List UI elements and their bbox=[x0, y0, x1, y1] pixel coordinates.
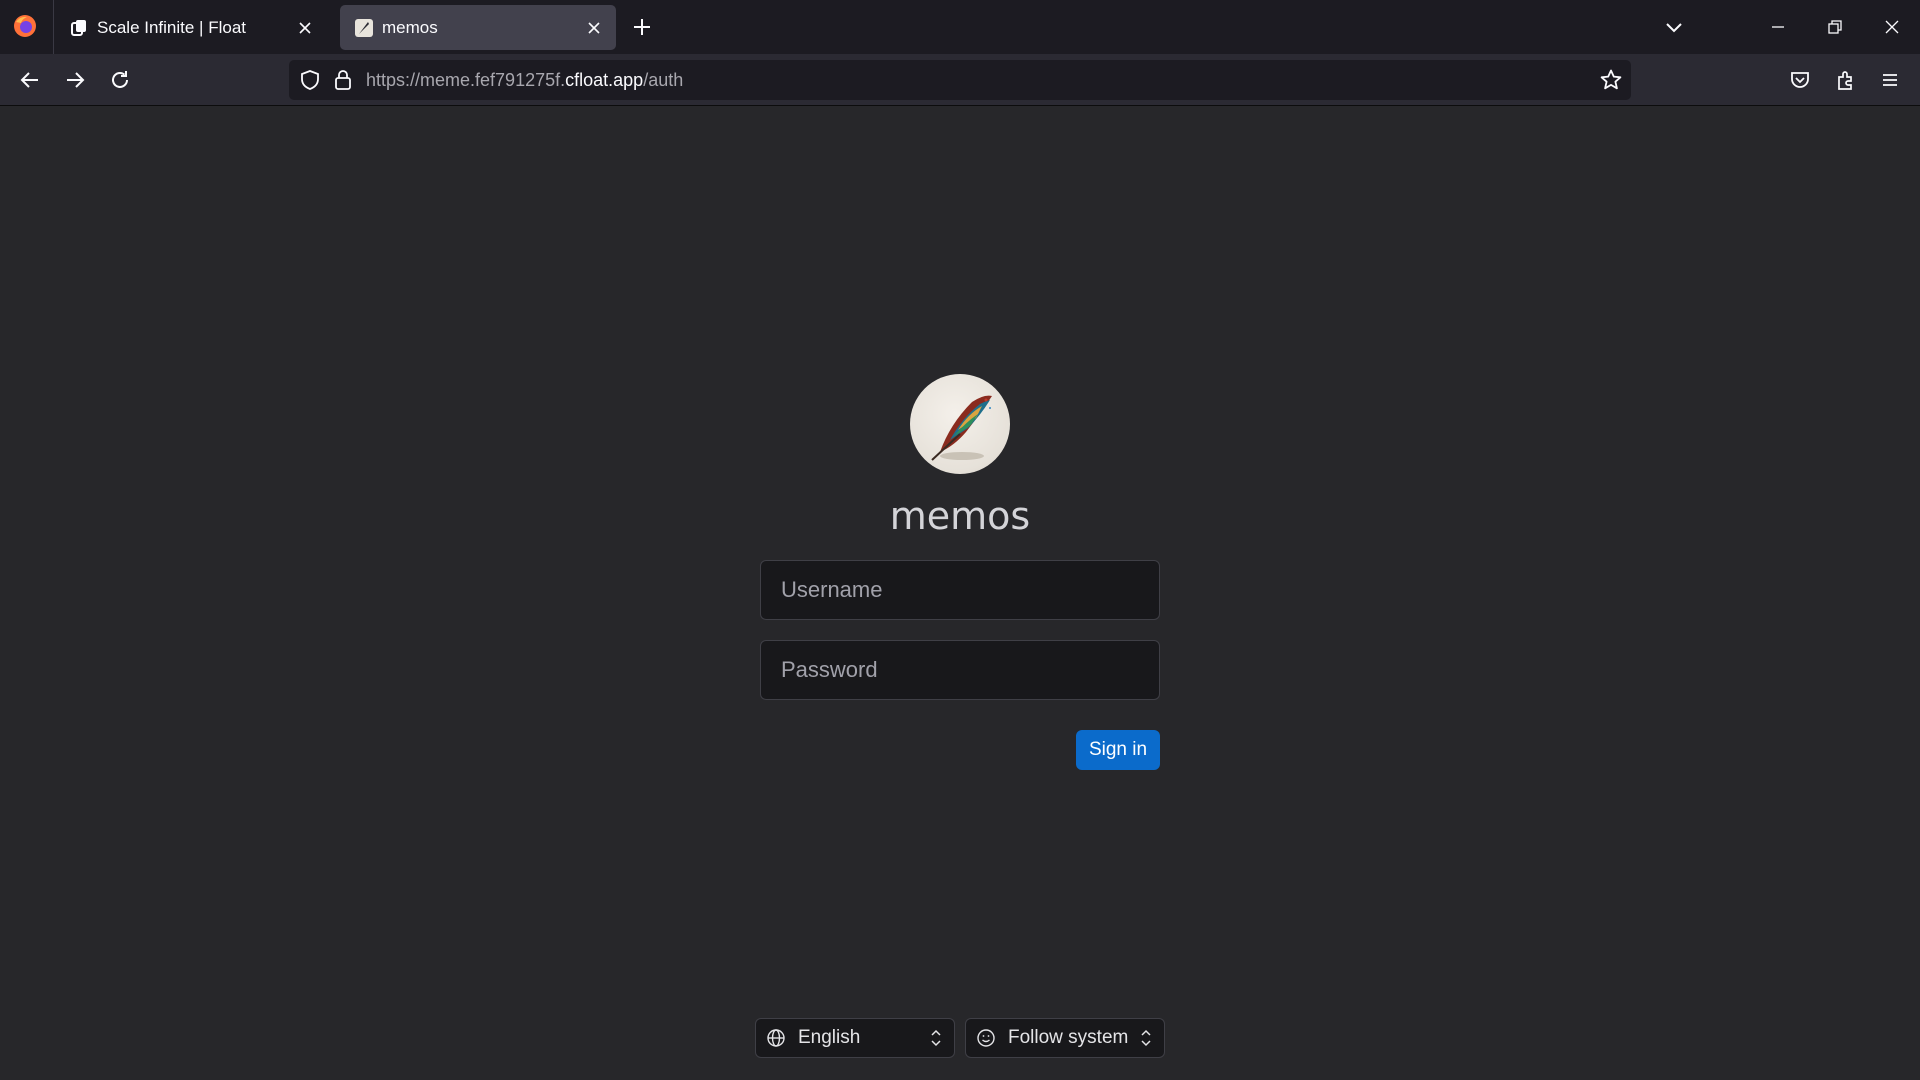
pocket-icon[interactable] bbox=[1786, 66, 1814, 94]
extensions-icon[interactable] bbox=[1832, 66, 1860, 94]
lock-icon[interactable] bbox=[333, 69, 353, 91]
plus-icon[interactable] bbox=[630, 15, 654, 39]
reload-icon[interactable] bbox=[106, 66, 134, 94]
minimize-icon[interactable] bbox=[1763, 12, 1793, 42]
updown-icon bbox=[928, 1027, 944, 1049]
tab-scale-infinite[interactable]: Scale Infinite | Float bbox=[55, 5, 327, 50]
restore-icon[interactable] bbox=[1820, 12, 1850, 42]
language-select[interactable]: English bbox=[755, 1018, 955, 1058]
feather-icon bbox=[931, 395, 992, 461]
tab-title: Scale Infinite | Float bbox=[97, 17, 246, 37]
updown-icon bbox=[1138, 1027, 1154, 1049]
chevron-down-icon[interactable] bbox=[1661, 15, 1687, 39]
username-input[interactable] bbox=[760, 560, 1160, 620]
smiley-icon bbox=[976, 1027, 998, 1049]
close-icon[interactable] bbox=[295, 18, 315, 38]
memos-favicon-icon bbox=[354, 18, 374, 38]
url-bar[interactable]: https://meme.fef791275f.cfloat.app/auth bbox=[289, 60, 1631, 100]
menu-icon[interactable] bbox=[1876, 66, 1904, 94]
back-icon[interactable] bbox=[16, 66, 44, 94]
language-value: English bbox=[798, 1027, 861, 1048]
star-icon[interactable] bbox=[1599, 68, 1623, 92]
globe-icon bbox=[766, 1027, 788, 1049]
firefox-logo-icon[interactable] bbox=[12, 13, 38, 39]
theme-select[interactable]: Follow system bbox=[965, 1018, 1165, 1058]
password-input[interactable] bbox=[760, 640, 1160, 700]
theme-value: Follow system bbox=[1008, 1027, 1129, 1048]
close-icon[interactable] bbox=[584, 18, 604, 38]
forward-icon[interactable] bbox=[61, 66, 89, 94]
url-path: /auth bbox=[643, 70, 684, 90]
float-favicon-icon bbox=[69, 18, 89, 38]
tab-title: memos bbox=[382, 17, 438, 37]
auth-page: memos Sign in English Follow system bbox=[0, 106, 1920, 1080]
app-name: memos bbox=[889, 494, 1031, 538]
tab-bar: Scale Infinite | Float memos bbox=[0, 0, 1920, 54]
url-prefix: https://meme.fef791275f. bbox=[366, 70, 566, 90]
url-domain: cfloat.app bbox=[565, 70, 644, 90]
memos-logo bbox=[910, 374, 1010, 474]
shield-icon[interactable] bbox=[299, 69, 321, 91]
tab-memos[interactable]: memos bbox=[340, 5, 616, 50]
url-text[interactable]: https://meme.fef791275f.cfloat.app/auth bbox=[366, 70, 683, 91]
tab-separator bbox=[53, 0, 54, 54]
navigation-bar: https://meme.fef791275f.cfloat.app/auth bbox=[0, 54, 1920, 106]
sign-in-button[interactable]: Sign in bbox=[1076, 730, 1160, 770]
close-window-icon[interactable] bbox=[1877, 12, 1907, 42]
